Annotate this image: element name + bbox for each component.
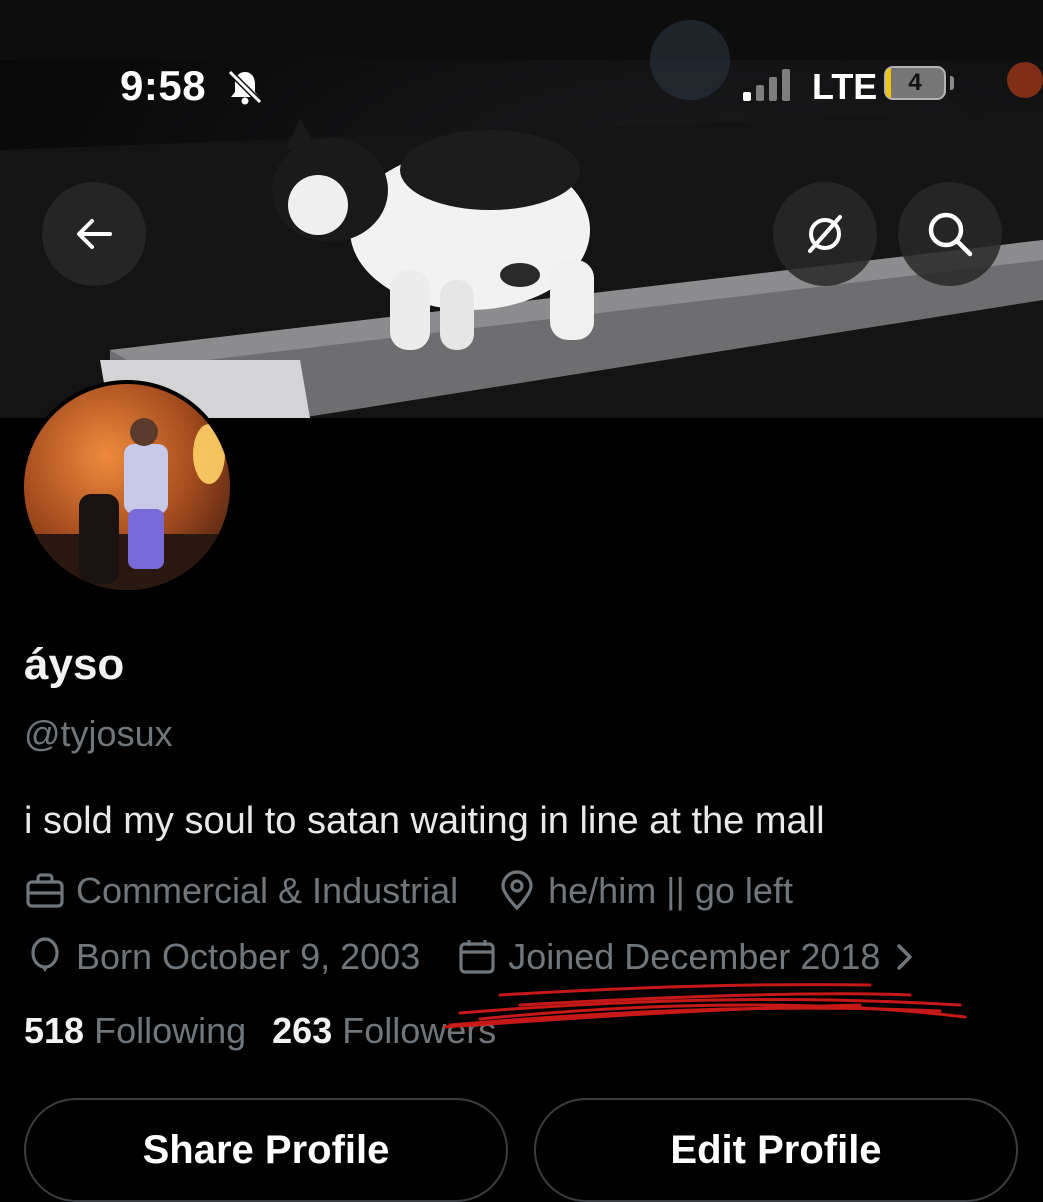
location-pin-icon: [501, 870, 533, 911]
edit-profile-button[interactable]: Edit Profile: [534, 1098, 1018, 1202]
battery-percent: 4: [908, 69, 922, 96]
joined-text: Joined December 2018: [508, 936, 881, 977]
briefcase-icon: [26, 873, 64, 908]
display-name: áyso: [24, 640, 125, 689]
birthday-text: Born October 9, 2003: [76, 936, 421, 977]
grok-icon: [808, 215, 842, 253]
avatar-photo: [24, 384, 230, 590]
location-text: he/him || go left: [548, 870, 793, 911]
location-item: he/him || go left: [496, 870, 793, 912]
profile-bio: i sold my soul to satan waiting in line …: [24, 800, 825, 842]
chevron-right-icon: [897, 944, 913, 970]
status-bar: 9:58 LTE 4: [0, 60, 1043, 116]
joined-item[interactable]: Joined December 2018: [456, 936, 918, 978]
username-handle: @tyjosux: [24, 713, 173, 754]
grok-button[interactable]: [773, 182, 877, 286]
category-item: Commercial & Industrial: [24, 870, 458, 912]
avatar[interactable]: [20, 380, 234, 594]
profile-meta-row: Commercial & Industrial he/him || go lef…: [24, 868, 793, 914]
search-button[interactable]: [898, 182, 1002, 286]
network-label: LTE: [812, 66, 878, 107]
arrow-left-icon: [77, 219, 112, 249]
battery-indicator: 4: [884, 66, 946, 100]
bell-off-icon: [227, 69, 263, 105]
balloon-icon: [31, 937, 59, 972]
header-banner[interactable]: 9:58 LTE 4: [0, 0, 1043, 418]
profile-dates-row: Born October 9, 2003 Joined December 201…: [24, 934, 918, 980]
following-label: Following: [94, 1010, 247, 1051]
followers-count: 263: [272, 1010, 333, 1051]
category-text: Commercial & Industrial: [76, 870, 459, 911]
following-link[interactable]: 518 Following: [24, 1010, 246, 1052]
birthday-item: Born October 9, 2003: [24, 936, 420, 978]
search-icon: [928, 212, 973, 257]
share-profile-button[interactable]: Share Profile: [24, 1098, 508, 1202]
following-count: 518: [24, 1010, 85, 1051]
battery-cap: [950, 76, 954, 90]
status-time: 9:58: [120, 62, 207, 109]
red-scribble-annotation: [443, 983, 967, 1029]
back-button[interactable]: [42, 182, 146, 286]
signal-icon: [743, 69, 790, 101]
calendar-icon: [459, 940, 495, 974]
